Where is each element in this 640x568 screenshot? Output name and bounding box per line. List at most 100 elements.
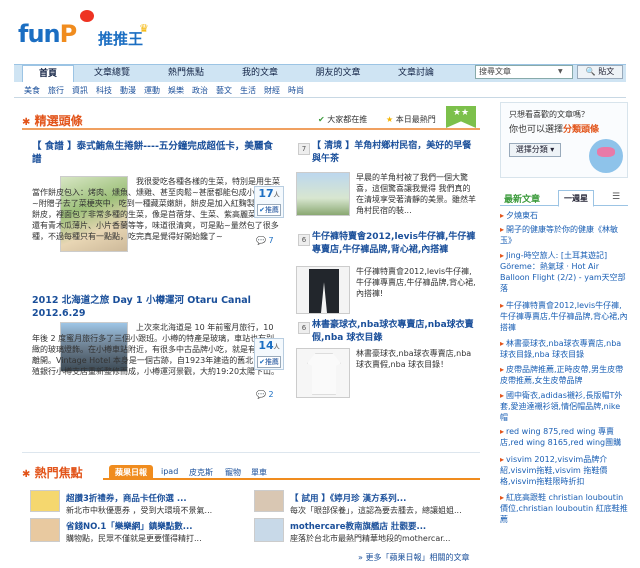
hot-item-4-body: 座落於台北市最熱門精華地段的mothercar...	[290, 534, 451, 543]
category-select[interactable]: 選擇分類 ▾	[509, 143, 561, 157]
category-arts[interactable]: 藝文	[216, 85, 232, 96]
side-article-1-body: 早晨的羊角村被了我們一個大驚喜，這個驚喜讓我覺得 我們真的在清境享受著清靜的美景…	[356, 173, 476, 215]
article-2-body: 上次來北海道是 10 年前蜜月旅行，10 年後 2 度蜜月旅行多了三個小跟班。小…	[32, 323, 280, 376]
category-travel[interactable]: 旅行	[48, 85, 64, 96]
category-sports[interactable]: 運動	[144, 85, 160, 96]
logo-zh-text: 推推王	[98, 30, 144, 48]
list-view-icon[interactable]: ☰	[612, 192, 620, 202]
search-icon: 🔍	[585, 67, 596, 76]
hot-more-link[interactable]: » 更多「蘋果日報」相關的文章	[358, 552, 469, 563]
list-item[interactable]: ▸ red wing 875,red wing 專賣店,red wing 8165…	[500, 426, 628, 448]
side-article-2-thumbnail[interactable]	[296, 266, 350, 314]
bullet-icon: ▸	[500, 365, 505, 374]
list-item[interactable]: ▸ 林書豪球衣,nba球衣專賣店,nba 球衣目錄,nba 球衣目錄	[500, 338, 628, 360]
article-2-vote-box: 14人 ✔推薦	[254, 338, 284, 370]
everyone-pushes-label: 大家都在推	[327, 115, 368, 124]
crown-icon: ♛	[139, 22, 149, 35]
tab-newest[interactable]: 最新文章	[504, 192, 540, 205]
hot-item-2-title[interactable]: 省錢NO.1「樂樂網」鎮樂點數...	[66, 520, 248, 532]
tab-my-articles[interactable]: 我的文章	[224, 65, 296, 82]
bullet-icon: ▸	[500, 493, 505, 502]
article-1-comments[interactable]: 💬 7	[256, 236, 274, 245]
ribbon-stars-icon: ★★	[446, 106, 476, 128]
list-item[interactable]: ▸ 開子的健康等於你的健康《林敏玉》	[500, 224, 628, 246]
category-fashion[interactable]: 時尚	[288, 85, 304, 96]
post-button-label: 貼文	[598, 67, 615, 76]
category-politics[interactable]: 政治	[192, 85, 208, 96]
bullet-icon: ▸	[500, 211, 505, 220]
everyone-pushes-link[interactable]: ✔ 大家都在推	[318, 114, 367, 125]
list-item[interactable]: ▸ 國中衛衣,adidas襯衫,長版帽T外套,愛迪達襯衫領,情侶帽品牌,nike帽	[500, 390, 628, 423]
side-article-3-thumbnail[interactable]	[296, 348, 350, 398]
featured-heading-text: 精選頭條	[34, 114, 83, 128]
today-hot-link[interactable]: ★ 本日最熱門	[386, 114, 436, 125]
hot-tab-pets[interactable]: 寵物	[225, 467, 241, 478]
list-item[interactable]: ▸ 皮帶品牌推薦,正時皮帶,男生皮帶皮帶推薦,女生皮帶品牌	[500, 364, 628, 386]
star-icon: ★	[386, 115, 394, 124]
tab-discussion[interactable]: 文章討論	[380, 65, 452, 82]
category-info[interactable]: 資訊	[72, 85, 88, 96]
side-article-1-rank: 7	[298, 143, 310, 155]
logo-wordmark: funP	[18, 20, 77, 48]
hot-item-2-thumbnail[interactable]	[30, 518, 60, 542]
category-anime[interactable]: 動漫	[120, 85, 136, 96]
bullet-icon: ▸	[500, 391, 505, 400]
side-article-3-title[interactable]: 林書豪球衣,nba球衣專賣店,nba球衣賣假,nba 球衣目錄	[312, 319, 478, 345]
category-entertainment[interactable]: 娛樂	[168, 85, 184, 96]
tab-week-star[interactable]: 一週星	[558, 190, 594, 207]
hot-tab-apple-daily[interactable]: 蘋果日報	[109, 465, 153, 480]
hot-item-1-title[interactable]: 超讚3折禮券，商品卡任你選 ...	[66, 492, 248, 504]
article-1-title[interactable]: 【 食譜 】泰式鮪魚生捲餅----五分鐘完成超低卡，美麗食譜	[32, 140, 282, 166]
category-food[interactable]: 美食	[24, 85, 40, 96]
category-life[interactable]: 生活	[240, 85, 256, 96]
asterisk-icon: ✱	[22, 469, 31, 480]
hot-item-2-body: 購物點，民眾不僅就是更要懂得精打...	[66, 534, 202, 543]
hot-item-3-thumbnail[interactable]	[254, 490, 284, 512]
article-1-vote-box: 17人 ✔推薦	[254, 186, 284, 218]
hot-item-4-title[interactable]: mothercare教南旗艦店 壯觀要...	[290, 520, 478, 532]
list-item[interactable]: ▸ 牛仔褲特賣會2012,levis牛仔褲,牛仔褲專賣店,牛仔褲品牌,背心裙,內搭…	[500, 300, 628, 333]
funp-logo[interactable]: funP 推推王 ♛	[18, 8, 149, 48]
search-dropdown-icon[interactable]: ▼	[558, 68, 563, 75]
side-article-1-thumbnail[interactable]	[296, 172, 350, 216]
hot-item-3-title[interactable]: 【 試用 】《婷月珍 漢方系列...	[290, 492, 478, 504]
tab-overview[interactable]: 文章總覽	[76, 65, 148, 82]
bullet-icon: ▸	[500, 427, 505, 436]
hot-item-1-thumbnail[interactable]	[30, 490, 60, 512]
side-article-2-title[interactable]: 牛仔褲特賣會2012,levis牛仔褲,牛仔褲專賣店,牛仔褲品牌,背心裙,內搭褲	[312, 231, 478, 257]
hot-heading: ✱ 熱門焦點	[22, 464, 83, 481]
hot-tab-ipad[interactable]: ipad	[161, 467, 178, 476]
hot-heading-text: 熱門焦點	[34, 466, 83, 480]
category-finance[interactable]: 財經	[264, 85, 280, 96]
arrow-right-icon: »	[358, 553, 363, 562]
article-2-push-button[interactable]: ✔推薦	[257, 356, 281, 368]
featured-heading: ✱ 精選頭條	[22, 112, 83, 129]
promo-question: 只想看喜歡的文章嗎？	[509, 110, 589, 119]
sidebar-tabs: 最新文章 一週星 ☰	[500, 190, 628, 207]
hot-tab-pixar[interactable]: 皮克斯	[189, 467, 213, 478]
list-item[interactable]: ▸ visvim 2012,visvim品牌介紹,visvim拖鞋,visvim …	[500, 454, 628, 487]
hot-item-1-body: 新北市中秋優惠券 ，受到大環境不景氣...	[66, 506, 213, 515]
list-item[interactable]: ▸ 紅底高跟鞋 christian louboutin價位,christian l…	[500, 492, 628, 525]
side-article-3-body: 林書豪球衣,nba球衣專賣店,nba球衣賣假,nba 球衣目錄！	[356, 349, 472, 369]
side-article-1-title[interactable]: 【 清境 】羊角村鄉村民宿，美好的早餐與午茶	[312, 140, 472, 166]
post-button[interactable]: 🔍 貼文	[577, 65, 623, 79]
tab-friends-articles[interactable]: 朋友的文章	[298, 65, 378, 82]
hot-item-4-thumbnail[interactable]	[254, 518, 284, 542]
category-nav: 美食 旅行 資訊 科技 動漫 運動 娛樂 政治 藝文 生活 財經 時尚	[14, 83, 626, 98]
comment-icon: 💬	[256, 236, 266, 245]
hot-tabs: 蘋果日報 ipad 皮克斯 寵物 單車	[103, 465, 480, 480]
article-1-vote-count: 17人	[258, 187, 280, 200]
category-promo: 只想看喜歡的文章嗎？ 你也可以選擇分類頭條 選擇分類 ▾	[500, 102, 628, 178]
asterisk-icon: ✱	[22, 117, 31, 128]
list-item[interactable]: ▸ 夕燒東石	[500, 210, 628, 221]
article-2-comments[interactable]: 💬 2	[256, 390, 274, 399]
article-1-push-button[interactable]: ✔推薦	[257, 204, 281, 216]
hot-tab-bikes[interactable]: 單車	[251, 467, 267, 478]
tab-hot[interactable]: 熱門焦點	[150, 65, 222, 82]
bullet-icon: ▸	[500, 301, 505, 310]
tab-home[interactable]: 首頁	[22, 65, 74, 82]
article-2-title[interactable]: 2012 北海道之旅 Day 1 小樽運河 Otaru Canal 2012.6…	[32, 294, 292, 320]
category-tech[interactable]: 科技	[96, 85, 112, 96]
list-item[interactable]: ▸ Jing-時空旅人: [土耳其遊記] Göreme：熱氣球 · Hot Air…	[500, 250, 628, 294]
